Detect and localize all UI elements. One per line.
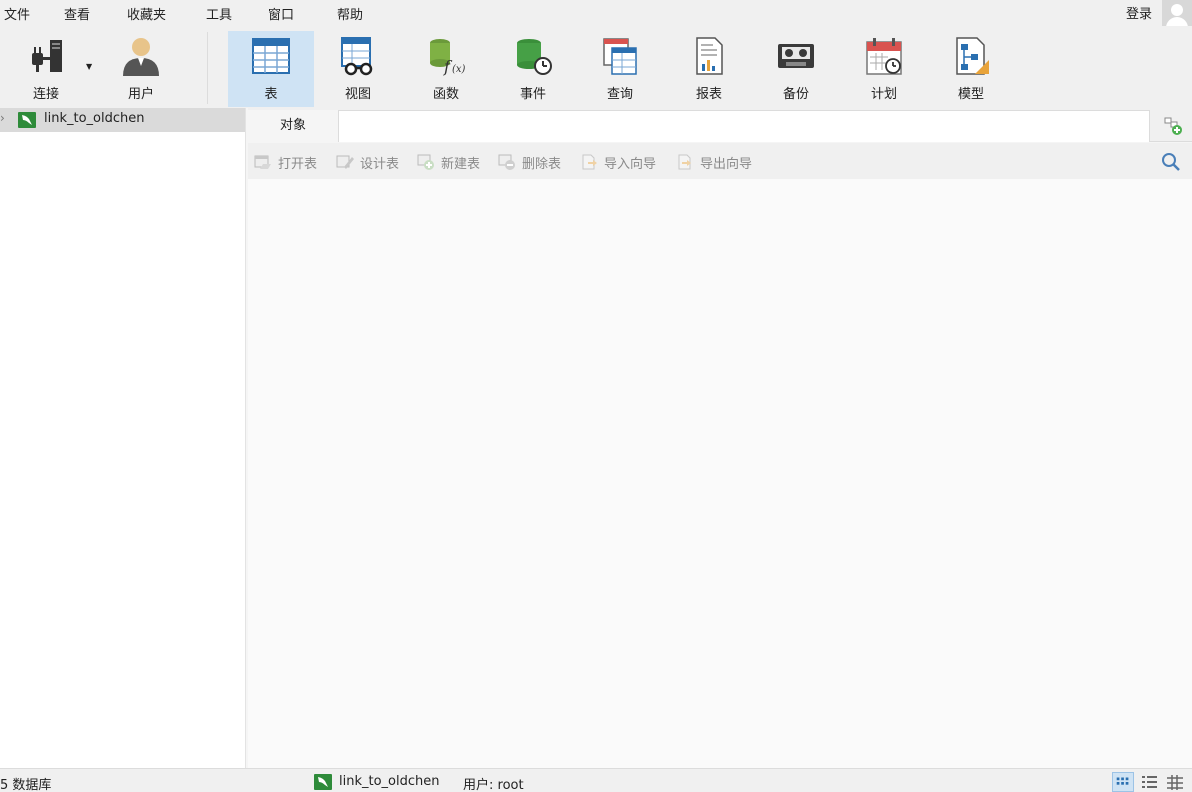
export-wizard-label: 导出向导 <box>700 157 753 172</box>
backup-cassette-icon <box>778 44 814 68</box>
import-wizard-label: 导入向导 <box>604 157 657 172</box>
schedule-calendar-icon <box>866 38 902 75</box>
user-label: 用户 <box>127 87 154 102</box>
query-button[interactable]: 查询 <box>577 31 663 107</box>
connection-label: 连接 <box>32 87 59 102</box>
database-count: 5 数据库 <box>0 778 52 792</box>
connection-button[interactable]: 连接 <box>3 31 89 107</box>
avatar[interactable] <box>1162 0 1192 28</box>
backup-label: 备份 <box>782 87 809 102</box>
function-button[interactable]: f (x) 函数 <box>403 31 489 107</box>
plug-server-icon <box>32 40 62 72</box>
user-icon <box>123 38 159 76</box>
expand-arrow-icon[interactable]: › <box>0 111 5 125</box>
function-icon: f (x) <box>430 39 466 76</box>
grid-view-icon[interactable] <box>1112 772 1134 792</box>
new-tab-add-icon[interactable] <box>1162 116 1184 136</box>
table-icon <box>252 38 290 74</box>
menu-bar: 文件 查看 收藏夹 工具 窗口 帮助 登录 <box>0 0 1192 28</box>
tab-objects[interactable]: 对象 <box>248 110 338 142</box>
svg-text:(x): (x) <box>452 64 466 75</box>
list-view-icon[interactable] <box>1138 772 1160 792</box>
query-icon <box>603 38 637 75</box>
status-user: 用户: root <box>463 778 524 792</box>
delete-table-icon <box>498 154 515 170</box>
status-connection: link_to_oldchen <box>339 774 440 789</box>
import-icon <box>582 154 597 170</box>
connection-name: link_to_oldchen <box>44 111 145 126</box>
new-table-icon <box>417 154 434 170</box>
object-list-area[interactable] <box>248 179 1192 768</box>
object-toolbar: 打开表 设计表 新建表 删除表 导入向导 导出向导 <box>248 143 1192 179</box>
menu-favorites[interactable]: 收藏夹 <box>127 4 166 23</box>
export-icon <box>678 154 691 170</box>
design-table-label: 设计表 <box>360 157 400 172</box>
design-table-icon <box>336 155 354 169</box>
report-icon <box>696 37 723 75</box>
table-button[interactable]: 表 <box>228 31 314 107</box>
main-toolbar: 连接 ▼ 用户 表 视图 f (x) 函数 事件 查询 报表 备份 计划 模型 <box>0 26 1192 108</box>
delete-table-label: 删除表 <box>522 157 562 172</box>
query-label: 查询 <box>606 87 633 102</box>
status-bar: 5 数据库 link_to_oldchen 用户: root <box>0 768 1192 792</box>
menu-help[interactable]: 帮助 <box>337 4 363 23</box>
mysql-connection-icon <box>18 112 36 128</box>
menu-tools[interactable]: 工具 <box>206 4 232 23</box>
backup-button[interactable]: 备份 <box>753 31 839 107</box>
tab-area <box>338 110 1150 142</box>
model-button[interactable]: 模型 <box>928 31 1014 107</box>
view-glasses-icon <box>341 37 373 76</box>
event-label: 事件 <box>519 87 546 102</box>
navigation-pane: › link_to_oldchen <box>0 108 246 768</box>
open-table-icon <box>254 155 271 169</box>
event-button[interactable]: 事件 <box>490 31 576 107</box>
schedule-button[interactable]: 计划 <box>841 31 927 107</box>
schedule-label: 计划 <box>870 87 897 102</box>
detail-view-icon[interactable] <box>1164 772 1186 792</box>
mysql-connection-icon <box>314 774 332 790</box>
function-label: 函数 <box>432 87 459 102</box>
open-table-label: 打开表 <box>278 157 318 172</box>
view-button[interactable]: 视图 <box>315 31 401 107</box>
search-icon[interactable] <box>1160 152 1182 172</box>
new-table-label: 新建表 <box>441 157 481 172</box>
report-label: 报表 <box>695 87 722 102</box>
view-label: 视图 <box>344 87 371 102</box>
login-link[interactable]: 登录 <box>1126 3 1152 22</box>
object-tab-bar: 对象 <box>248 108 1192 142</box>
event-clock-icon <box>517 39 552 75</box>
menu-file[interactable]: 文件 <box>4 4 30 23</box>
menu-window[interactable]: 窗口 <box>268 4 294 23</box>
model-icon <box>956 37 989 75</box>
table-label: 表 <box>264 87 278 102</box>
report-button[interactable]: 报表 <box>666 31 752 107</box>
connection-dropdown-icon[interactable]: ▼ <box>86 62 92 71</box>
user-button[interactable]: 用户 <box>98 31 184 107</box>
tree-connection-row[interactable]: › link_to_oldchen <box>0 108 245 132</box>
menu-view[interactable]: 查看 <box>64 4 90 23</box>
toolbar-separator <box>207 32 208 104</box>
model-label: 模型 <box>957 87 984 102</box>
